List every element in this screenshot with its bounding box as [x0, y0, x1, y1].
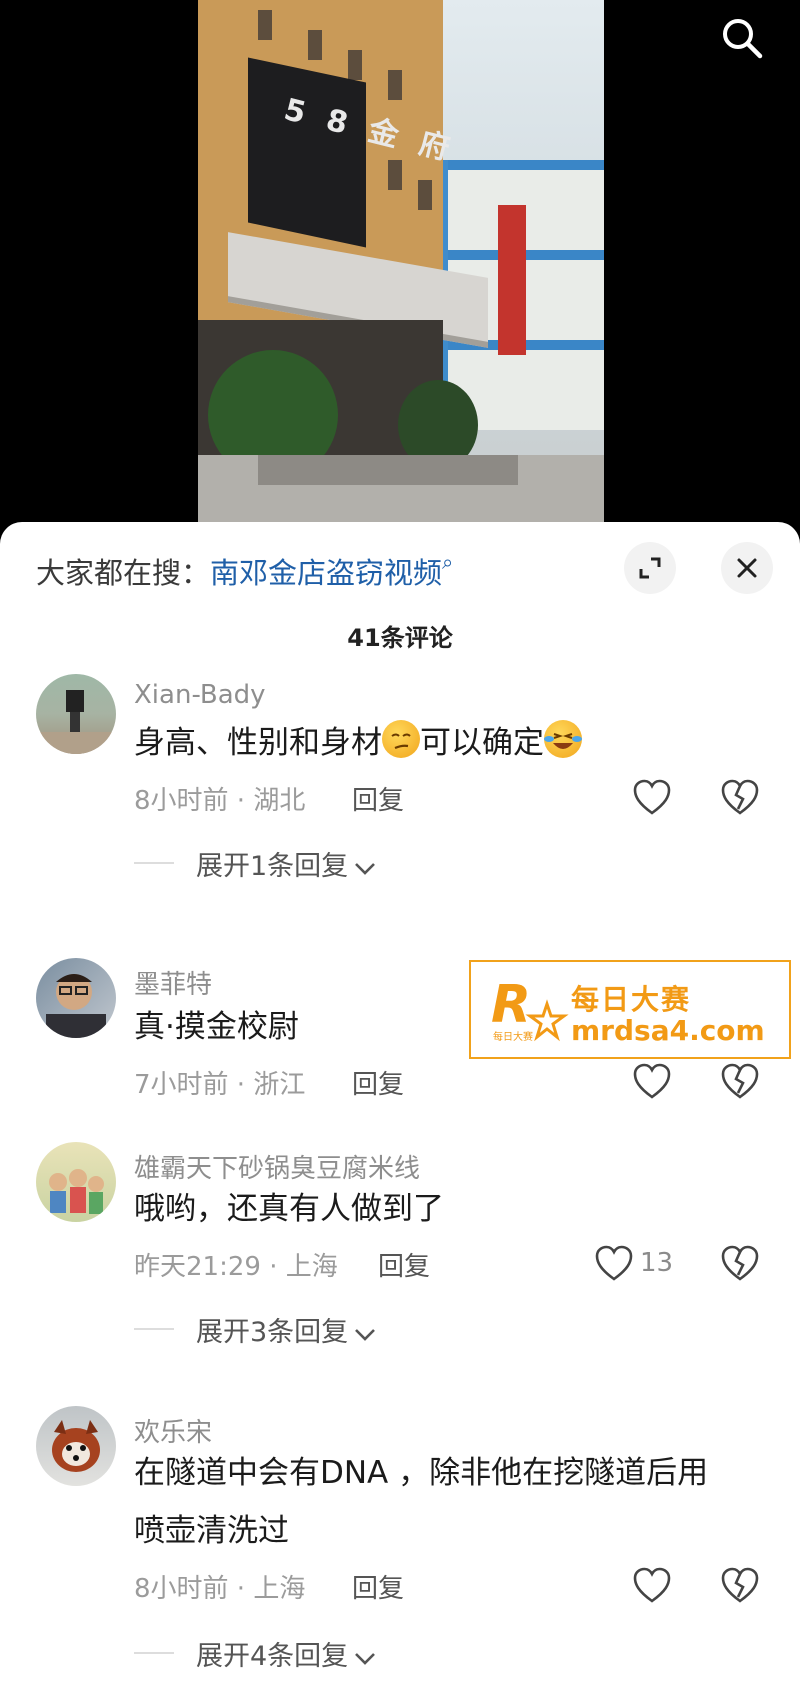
video-frame: 5 8 金 府: [198, 0, 604, 540]
comment-text: 哦哟，还真有人做到了: [134, 1191, 444, 1227]
broken-heart-dislike-icon[interactable]: [718, 776, 762, 820]
trending-search-term[interactable]: 南邓金店盗窃视频: [210, 556, 442, 590]
laughing-crying-emoji-icon: [544, 720, 582, 758]
expand-divider: [134, 1328, 174, 1330]
svg-text:R: R: [491, 975, 531, 1035]
reply-button[interactable]: 回复: [378, 1246, 430, 1283]
comments-header: 大家都在搜：南邓金店盗窃视频⌕ 41条评论: [0, 522, 800, 662]
trending-search-prefix: 大家都在搜：: [36, 556, 211, 590]
trending-search[interactable]: 大家都在搜：南邓金店盗窃视频⌕: [36, 550, 453, 592]
heart-like-icon[interactable]: [630, 776, 674, 820]
comment-time-location: 7小时前 · 浙江: [134, 1070, 306, 1100]
broken-heart-dislike-icon[interactable]: [718, 1242, 762, 1286]
broken-heart-dislike-icon[interactable]: [718, 1060, 762, 1104]
smirk-emoji-icon: [382, 720, 420, 758]
comment-text-part: 可以确定: [420, 725, 544, 761]
chevron-down-icon: [354, 852, 376, 883]
expand-replies-button[interactable]: 展开1条回复: [196, 844, 376, 883]
video-steps: [258, 455, 518, 485]
small-search-icon: ⌕: [442, 550, 454, 574]
expand-divider: [134, 1652, 174, 1654]
comment-username[interactable]: Xian-Bady: [134, 680, 266, 710]
expand-button[interactable]: [624, 542, 676, 594]
video-player[interactable]: 5 8 金 府: [0, 0, 800, 540]
watermark-title: 每日大赛: [571, 983, 692, 1016]
video-storefront-sign: [248, 57, 366, 248]
comment-time-location: 8小时前 · 上海: [134, 1574, 306, 1604]
comment-text: 真·摸金校尉: [134, 1009, 299, 1045]
svg-text:每日大赛: 每日大赛: [493, 1030, 533, 1043]
expand-icon: [639, 557, 661, 579]
watermark-url: mrdsa4.com: [571, 1014, 765, 1047]
avatar[interactable]: [36, 674, 116, 754]
comment-text-line: 喷壶清洗过: [134, 1513, 289, 1549]
avatar[interactable]: [36, 1406, 116, 1486]
expand-replies-label: 展开4条回复: [196, 1641, 349, 1672]
broken-heart-dislike-icon[interactable]: [718, 1564, 762, 1608]
close-icon: [737, 558, 757, 578]
heart-like-icon[interactable]: [592, 1242, 636, 1286]
expand-replies-button[interactable]: 展开3条回复: [196, 1310, 376, 1349]
reply-button[interactable]: 回复: [352, 1568, 404, 1605]
heart-like-icon[interactable]: [630, 1060, 674, 1104]
expand-replies-label: 展开3条回复: [196, 1317, 349, 1348]
comments-sheet: 大家都在搜：南邓金店盗窃视频⌕ 41条评论 Xian-Bady 身高、性别和身材…: [0, 522, 800, 1684]
search-icon[interactable]: [720, 16, 764, 60]
expand-divider: [134, 862, 174, 864]
comment-time-location: 昨天21:29 · 上海: [134, 1252, 338, 1282]
avatar[interactable]: [36, 958, 116, 1038]
avatar[interactable]: [36, 1142, 116, 1222]
heart-like-icon[interactable]: [630, 1564, 674, 1608]
video-red-sign: [498, 205, 526, 355]
reply-button[interactable]: 回复: [352, 1064, 404, 1101]
expand-replies-label: 展开1条回复: [196, 851, 349, 882]
like-count: 13: [640, 1248, 674, 1278]
reply-button[interactable]: 回复: [352, 780, 404, 817]
close-button[interactable]: [721, 542, 773, 594]
expand-replies-button[interactable]: 展开4条回复: [196, 1634, 376, 1673]
comment-count: 41条评论: [347, 624, 453, 652]
chevron-down-icon: [354, 1642, 376, 1673]
comment-text-line: 在隧道中会有DNA ，除非他在挖隧道后用: [134, 1455, 709, 1491]
chevron-down-icon: [354, 1318, 376, 1349]
comment-text: 身高、性别和身材 可以确定: [134, 714, 582, 772]
watermark-badge: R 每日大赛 每日大赛 mrdsa4.com: [469, 960, 791, 1059]
comment-text-part: 身高、性别和身材: [134, 725, 382, 761]
watermark-logo-icon: R 每日大赛: [489, 974, 569, 1046]
comment-time-location: 8小时前 · 湖北: [134, 786, 306, 816]
comment-username[interactable]: 墨菲特: [134, 964, 212, 1001]
